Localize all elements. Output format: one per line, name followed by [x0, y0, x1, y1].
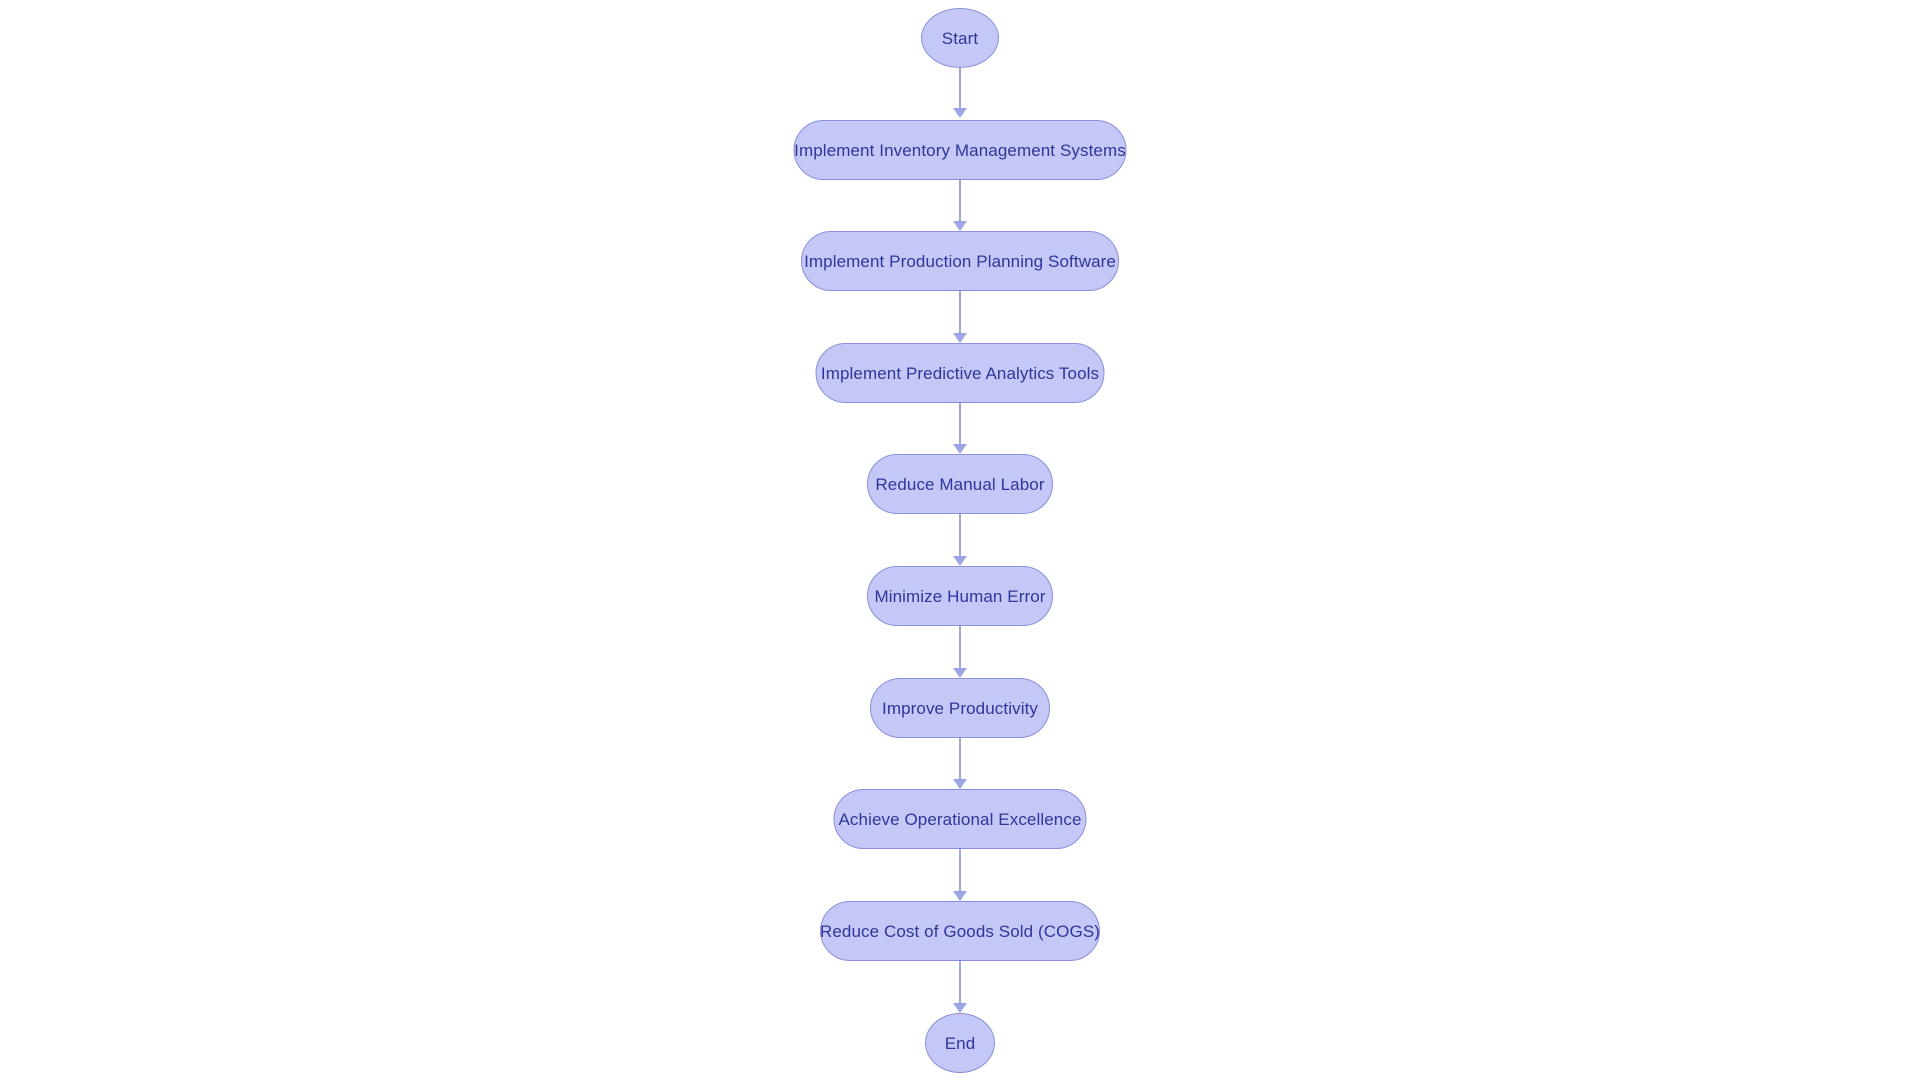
flow-node-step1[interactable]: Implement Inventory Management Systems: [793, 120, 1127, 180]
arrowhead-icon: [953, 891, 967, 901]
flow-node-label: Reduce Cost of Goods Sold (COGS): [819, 921, 1101, 941]
connector-start-to-step1: [952, 68, 968, 118]
connector-step1-to-step2: [952, 180, 968, 231]
flow-node-step5[interactable]: Minimize Human Error: [867, 566, 1053, 626]
connector-step5-to-step6: [952, 626, 968, 678]
flow-node-label: Implement Inventory Management Systems: [794, 140, 1126, 160]
connector-line: [959, 849, 961, 892]
connector-line: [959, 180, 961, 222]
flow-node-start[interactable]: Start: [921, 8, 999, 68]
connector-line: [959, 738, 961, 780]
connector-line: [959, 403, 961, 445]
flow-node-step4[interactable]: Reduce Manual Labor: [867, 454, 1053, 514]
arrowhead-icon: [953, 668, 967, 678]
flow-node-label: Minimize Human Error: [874, 586, 1046, 606]
connector-step2-to-step3: [952, 291, 968, 343]
connector-step4-to-step5: [952, 514, 968, 566]
flow-node-step6[interactable]: Improve Productivity: [870, 678, 1050, 738]
flow-node-label: Reduce Manual Labor: [875, 474, 1045, 494]
arrowhead-icon: [953, 1003, 967, 1013]
flow-node-label: Achieve Operational Excellence: [838, 809, 1082, 829]
flow-node-step7[interactable]: Achieve Operational Excellence: [833, 789, 1087, 849]
connector-step3-to-step4: [952, 403, 968, 454]
connector-step7-to-step8: [952, 849, 968, 901]
flow-node-label: Improve Productivity: [882, 698, 1038, 718]
arrowhead-icon: [953, 779, 967, 789]
flow-node-label: Implement Production Planning Software: [804, 251, 1116, 271]
connector-line: [959, 291, 961, 334]
arrowhead-icon: [953, 556, 967, 566]
flow-node-step2[interactable]: Implement Production Planning Software: [801, 231, 1119, 291]
flow-node-step8[interactable]: Reduce Cost of Goods Sold (COGS): [820, 901, 1100, 961]
flow-node-end[interactable]: End: [925, 1013, 995, 1073]
flowchart-canvas: Start Implement Inventory Management Syst…: [0, 0, 1920, 1080]
flow-node-label: Implement Predictive Analytics Tools: [820, 363, 1100, 383]
connector-step6-to-step7: [952, 738, 968, 789]
connector-line: [959, 961, 961, 1004]
connector-line: [959, 626, 961, 669]
flow-node-label: End: [944, 1033, 976, 1053]
arrowhead-icon: [953, 333, 967, 343]
connector-line: [959, 514, 961, 557]
flow-node-step3[interactable]: Implement Predictive Analytics Tools: [815, 343, 1105, 403]
arrowhead-icon: [953, 444, 967, 454]
flow-node-label: Start: [941, 28, 979, 48]
arrowhead-icon: [953, 108, 967, 118]
connector-step8-to-end: [952, 961, 968, 1013]
arrowhead-icon: [953, 221, 967, 231]
connector-line: [959, 68, 961, 109]
